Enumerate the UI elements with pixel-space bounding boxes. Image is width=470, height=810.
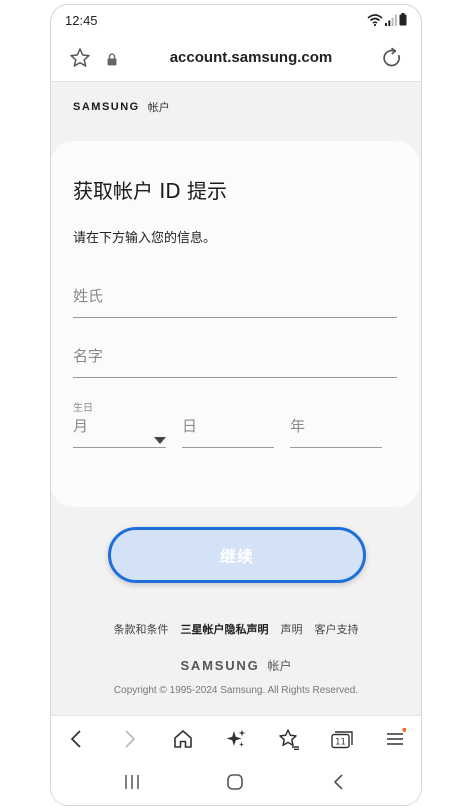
birth-day-field[interactable]: 日: [182, 403, 274, 448]
last-name-field[interactable]: 姓氏: [73, 279, 397, 318]
footer-account-label: 帐户: [267, 659, 292, 673]
footer-links: 条款和条件 三星帐户隐私声明 声明 客户支持: [51, 621, 421, 637]
browser-address-bar: account.samsung.com: [51, 35, 421, 82]
tabs-count: 11: [335, 738, 346, 748]
birth-year-field[interactable]: 年: [290, 403, 382, 448]
continue-label: 继续: [219, 547, 254, 566]
birth-month-select[interactable]: 生日 月: [73, 403, 166, 448]
last-name-placeholder: 姓氏: [73, 287, 104, 305]
home-icon[interactable]: [169, 726, 197, 752]
page-title: 获取帐户 ID 提示: [73, 179, 228, 203]
back-icon[interactable]: [62, 726, 90, 752]
customer-support-link[interactable]: 客户支持: [315, 621, 359, 637]
reload-icon[interactable]: [381, 47, 403, 73]
footer-brand: SAMSUNG 帐户: [51, 657, 421, 674]
chevron-down-icon: [154, 429, 166, 448]
home-nav-icon[interactable]: [226, 773, 244, 795]
signal-icon: [385, 14, 397, 29]
month-placeholder: 月: [73, 417, 89, 435]
year-placeholder: 年: [290, 417, 306, 435]
system-icons: [367, 13, 407, 29]
phone-frame: 12:45 account.samsung.com SAMSUNG 帐户 获取帐…: [50, 4, 422, 806]
notice-link[interactable]: 声明: [281, 621, 303, 637]
system-navigation-bar: [51, 761, 421, 805]
terms-link[interactable]: 条款和条件: [114, 621, 169, 637]
browser-toolbar: 11: [51, 715, 421, 762]
back-nav-icon[interactable]: [331, 773, 345, 795]
first-name-placeholder: 名字: [73, 347, 104, 365]
form-instructions: 请在下方输入您的信息。: [73, 231, 217, 246]
account-label: 帐户: [147, 101, 170, 114]
battery-icon: [399, 13, 407, 29]
url-text[interactable]: account.samsung.com: [51, 49, 421, 66]
privacy-notice-link[interactable]: 三星帐户隐私声明: [181, 621, 269, 637]
notification-dot: [402, 728, 406, 732]
ai-sparkle-icon[interactable]: [222, 726, 250, 752]
samsung-account-header: SAMSUNG 帐户: [73, 99, 170, 115]
copyright-text: Copyright © 1995-2024 Samsung. All Right…: [113, 685, 359, 696]
id-hint-form-card: 获取帐户 ID 提示 请在下方输入您的信息。 姓氏 名字 生日 月 日 年: [51, 141, 419, 507]
status-time: 12:45: [65, 13, 98, 28]
bookmarks-icon[interactable]: [275, 726, 303, 752]
forward-icon[interactable]: [116, 726, 144, 752]
first-name-field[interactable]: 名字: [73, 339, 397, 378]
samsung-logo: SAMSUNG: [73, 101, 140, 113]
birthday-label: 生日: [73, 403, 93, 414]
wifi-icon: [367, 13, 383, 29]
recents-icon[interactable]: [123, 773, 141, 795]
day-placeholder: 日: [182, 417, 198, 435]
menu-icon[interactable]: [381, 726, 409, 752]
continue-button[interactable]: 继续: [108, 527, 366, 583]
status-bar: 12:45: [51, 5, 421, 35]
footer-samsung-logo: SAMSUNG: [180, 658, 260, 673]
tabs-icon[interactable]: 11: [328, 726, 356, 752]
